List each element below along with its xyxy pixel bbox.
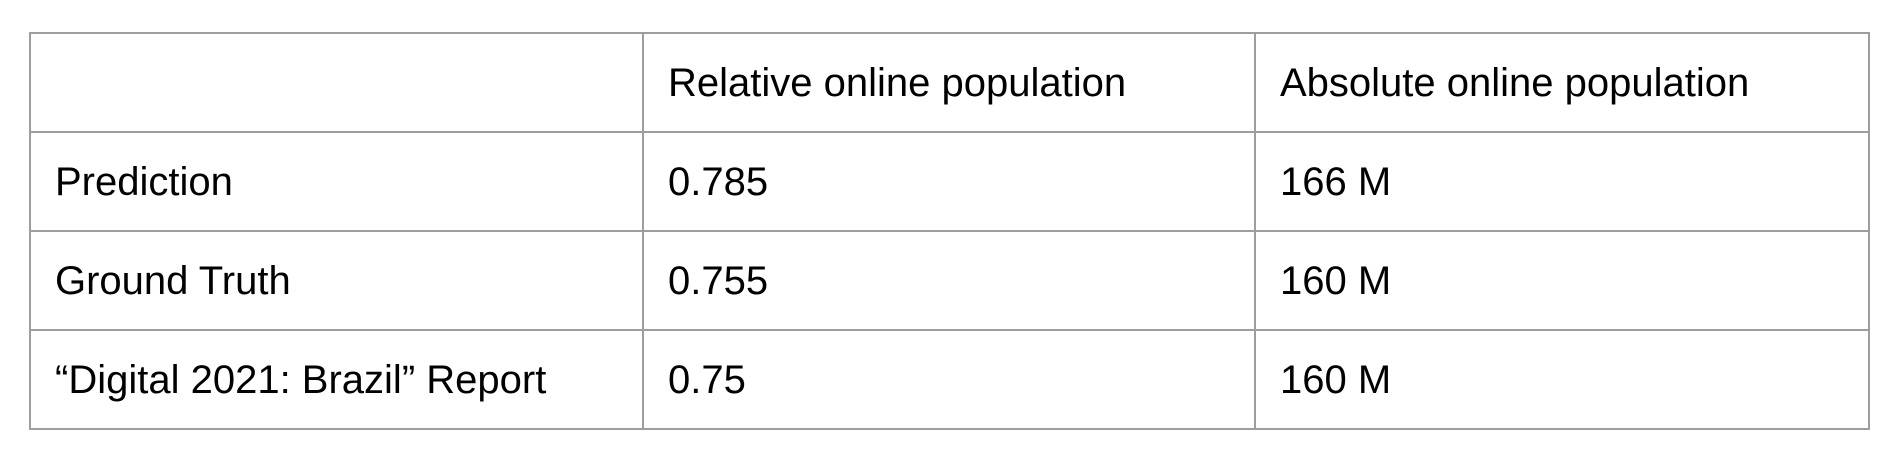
relative-value: 0.75 (642, 329, 1256, 430)
header-cell-relative: Relative online population (642, 32, 1256, 133)
row-label: Ground Truth (29, 230, 644, 331)
header-cell-empty (29, 32, 644, 133)
row-label: “Digital 2021: Brazil” Report (29, 329, 644, 430)
absolute-value: 166 M (1254, 131, 1870, 232)
results-table: Relative online population Absolute onli… (29, 32, 1870, 430)
absolute-value: 160 M (1254, 230, 1870, 331)
relative-value: 0.785 (642, 131, 1256, 232)
header-row: Relative online population Absolute onli… (29, 32, 1870, 133)
relative-value: 0.755 (642, 230, 1256, 331)
table-row: “Digital 2021: Brazil” Report 0.75 160 M (29, 329, 1870, 430)
row-label: Prediction (29, 131, 644, 232)
header-cell-absolute: Absolute online population (1254, 32, 1870, 133)
table-row: Prediction 0.785 166 M (29, 131, 1870, 232)
absolute-value: 160 M (1254, 329, 1870, 430)
table-row: Ground Truth 0.755 160 M (29, 230, 1870, 331)
